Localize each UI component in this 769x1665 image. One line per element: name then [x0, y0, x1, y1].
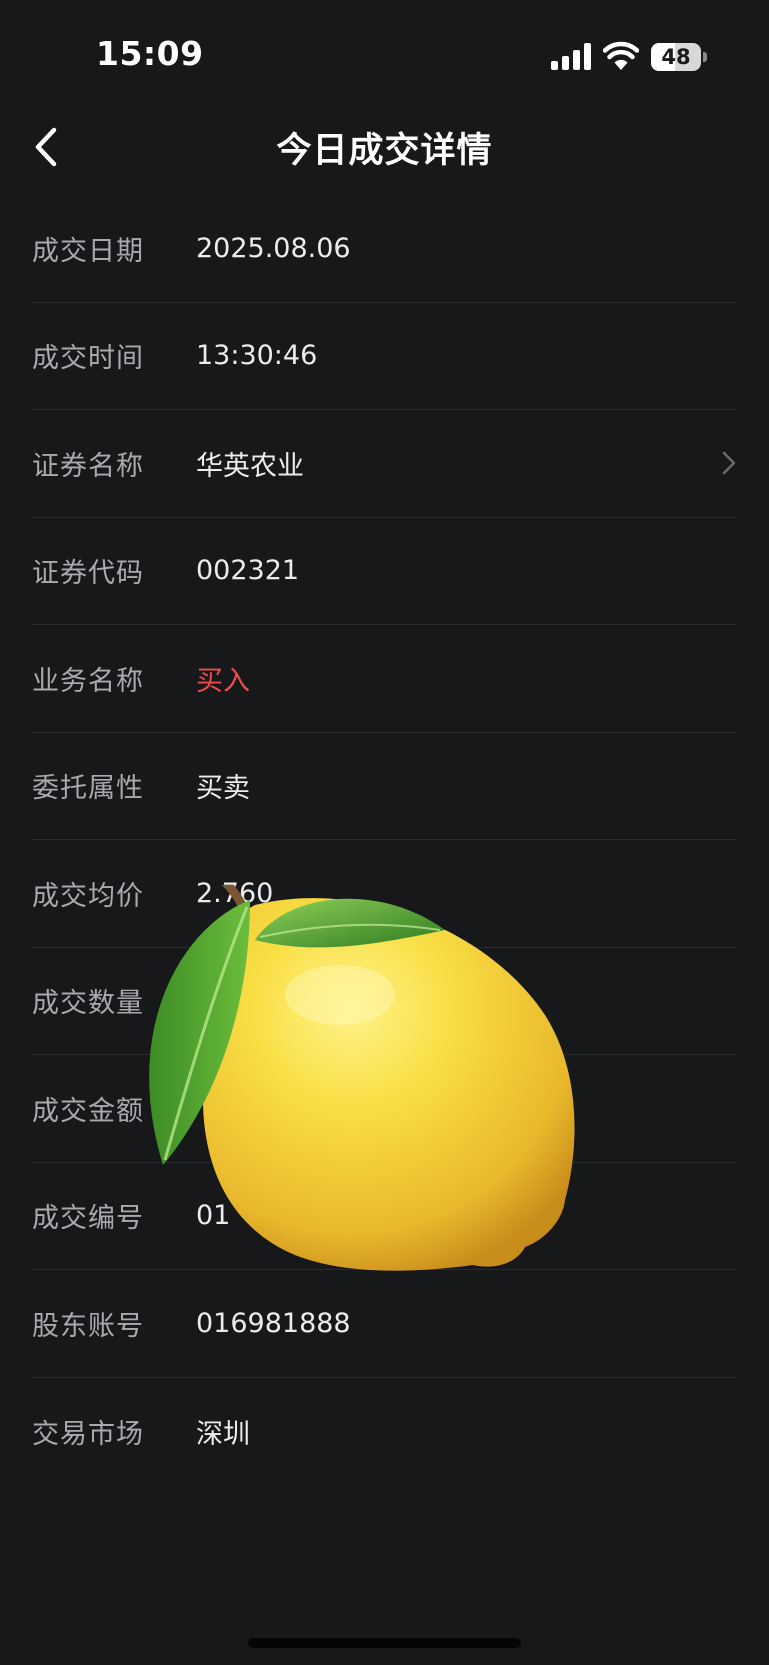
- row-label: 成交时间: [32, 343, 144, 375]
- row-label: 证券代码: [32, 558, 144, 590]
- row-value: 华英农业: [196, 450, 304, 482]
- wifi-icon: [603, 41, 639, 70]
- detail-row-security-name[interactable]: 证券名称 华英农业: [32, 410, 737, 518]
- detail-row-security-code: 证券代码 002321: [32, 518, 737, 625]
- detail-row-trade-time: 成交时间 13:30:46: [32, 303, 737, 410]
- row-label: 委托属性: [32, 773, 144, 805]
- row-value: 买入: [196, 665, 250, 697]
- row-value: 买卖: [196, 773, 250, 805]
- battery-percent: 48: [661, 45, 691, 69]
- home-indicator: [248, 1638, 521, 1648]
- detail-row-market: 交易市场 深圳: [32, 1378, 737, 1486]
- trade-detail-screen: 15:09 48 今日成交详情 成交日期 2025.08.06 成交时间 13:…: [0, 0, 769, 1665]
- detail-row-business-type: 业务名称 买入: [32, 625, 737, 733]
- battery-icon: 48: [651, 43, 707, 71]
- row-value: 002321: [196, 555, 300, 587]
- row-value: 13:30:46: [196, 340, 318, 372]
- signal-icon: [551, 43, 591, 70]
- status-time: 15:09: [96, 34, 204, 73]
- lemon-sticker-icon: [149, 885, 575, 1271]
- chevron-right-icon: [722, 452, 736, 475]
- row-value: 2025.08.06: [196, 232, 351, 264]
- row-label: 业务名称: [32, 665, 144, 697]
- row-label: 证券名称: [32, 450, 144, 482]
- page-title: 今日成交详情: [276, 131, 493, 171]
- detail-row-order-attribute: 委托属性 买卖: [32, 733, 737, 840]
- row-label: 交易市场: [32, 1418, 144, 1450]
- row-label: 成交日期: [32, 235, 144, 267]
- row-value: 深圳: [196, 1418, 250, 1450]
- battery-nub: [703, 52, 707, 62]
- detail-row-trade-date: 成交日期 2025.08.06: [32, 195, 737, 303]
